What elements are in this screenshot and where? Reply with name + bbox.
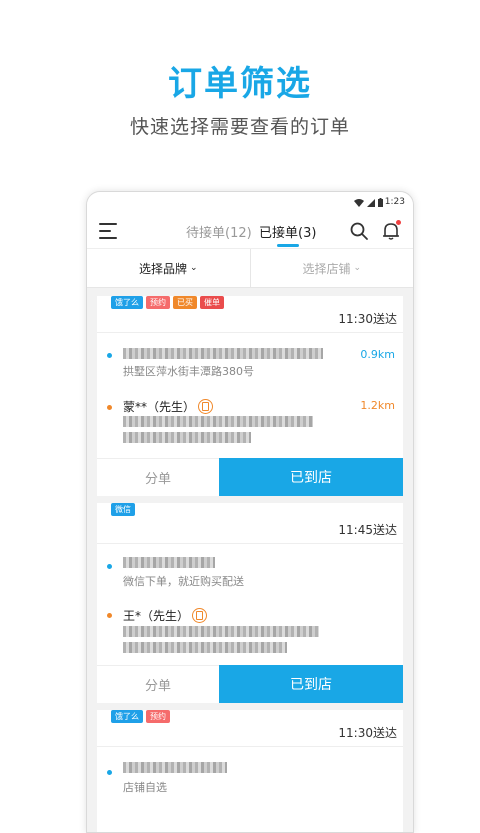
notification-badge	[396, 220, 401, 225]
store-filter[interactable]: 选择店铺 ⌄	[251, 249, 414, 287]
battery-icon	[378, 198, 383, 207]
store-name-redacted	[123, 557, 215, 568]
order-actions: 分单 已到店	[97, 458, 403, 496]
customer-address-redacted	[123, 416, 313, 427]
divider	[97, 543, 403, 544]
tag-eleme: 饿了么	[111, 710, 143, 723]
order-tags: 饿了么 预约 已买 催单	[111, 296, 224, 309]
order-card: 微信 11:45送达 微信下单，就近购买配送 王*（先生） 分单 已到店	[97, 503, 403, 703]
brand-filter[interactable]: 选择品牌 ⌄	[87, 249, 251, 287]
store-dot	[107, 353, 112, 358]
customer-dot	[107, 613, 112, 618]
customer-address-redacted	[123, 626, 319, 637]
tab-accepted[interactable]: 已接单(3)	[259, 222, 316, 241]
store-address: 拱墅区萍水街丰潭路380号	[123, 365, 254, 378]
order-card: 饿了么 预约 11:30送达 店铺自选	[97, 710, 403, 832]
signal-icon	[367, 198, 375, 207]
wifi-icon	[354, 198, 364, 207]
chevron-down-icon: ⌄	[189, 263, 198, 273]
status-time: 1:23	[384, 197, 405, 207]
customer-name: 王*（先生）	[123, 609, 190, 623]
customer-row: 王*（先生）	[123, 607, 208, 624]
phone-icon[interactable]	[198, 399, 214, 414]
tab-pending[interactable]: 待接单(12)	[186, 222, 252, 241]
promo-title: 订单筛选	[168, 64, 312, 104]
store-distance: 0.9km	[360, 348, 395, 361]
customer-row: 蒙**（先生）	[123, 398, 214, 415]
customer-dot	[107, 405, 112, 410]
chevron-down-icon: ⌄	[353, 263, 362, 273]
arrived-button[interactable]: 已到店	[219, 458, 403, 496]
tag-urge: 催单	[200, 296, 224, 309]
nav-bar: 待接单(12) 已接单(3)	[87, 214, 413, 249]
store-name-redacted	[123, 762, 227, 773]
store-filter-label: 选择店铺	[302, 261, 351, 276]
delivery-time: 11:45送达	[338, 523, 397, 537]
search-icon[interactable]	[349, 221, 369, 241]
status-bar: 1:23	[87, 192, 413, 214]
customer-distance: 1.2km	[360, 399, 395, 412]
delivery-time: 11:30送达	[338, 726, 397, 740]
order-tags: 微信	[111, 503, 135, 516]
tag-wechat: 微信	[111, 503, 135, 516]
store-dot	[107, 770, 112, 775]
store-address: 店铺自选	[123, 781, 167, 794]
store-name-redacted	[123, 348, 323, 359]
brand-filter-label: 选择品牌	[138, 261, 187, 276]
tag-reserved: 预约	[146, 296, 170, 309]
store-dot	[107, 564, 112, 569]
filter-bar: 选择品牌 ⌄ 选择店铺 ⌄	[87, 249, 413, 288]
tag-reserved: 预约	[146, 710, 170, 723]
customer-address-redacted	[123, 432, 251, 443]
menu-icon[interactable]	[99, 223, 117, 239]
store-address: 微信下单，就近购买配送	[123, 575, 244, 588]
tag-bought: 已买	[173, 296, 197, 309]
phone-icon[interactable]	[192, 608, 208, 623]
divider	[97, 746, 403, 747]
delivery-time: 11:30送达	[338, 312, 397, 326]
split-order-button[interactable]: 分单	[97, 458, 219, 496]
active-tab-indicator	[277, 244, 299, 247]
phone-frame: 1:23 待接单(12) 已接单(3) 选择品牌 ⌄ 选择店铺 ⌄ 饿了么 预约…	[86, 191, 414, 833]
order-tags: 饿了么 预约	[111, 710, 170, 723]
order-actions: 分单 已到店	[97, 665, 403, 703]
customer-name: 蒙**（先生）	[123, 400, 196, 414]
divider	[97, 332, 403, 333]
tag-eleme: 饿了么	[111, 296, 143, 309]
split-order-button[interactable]: 分单	[97, 665, 219, 703]
arrived-button[interactable]: 已到店	[219, 665, 403, 703]
customer-address-redacted	[123, 642, 287, 653]
order-card: 饿了么 预约 已买 催单 11:30送达 0.9km 拱墅区萍水街丰潭路380号…	[97, 296, 403, 496]
promo-subtitle: 快速选择需要查看的订单	[129, 116, 350, 138]
